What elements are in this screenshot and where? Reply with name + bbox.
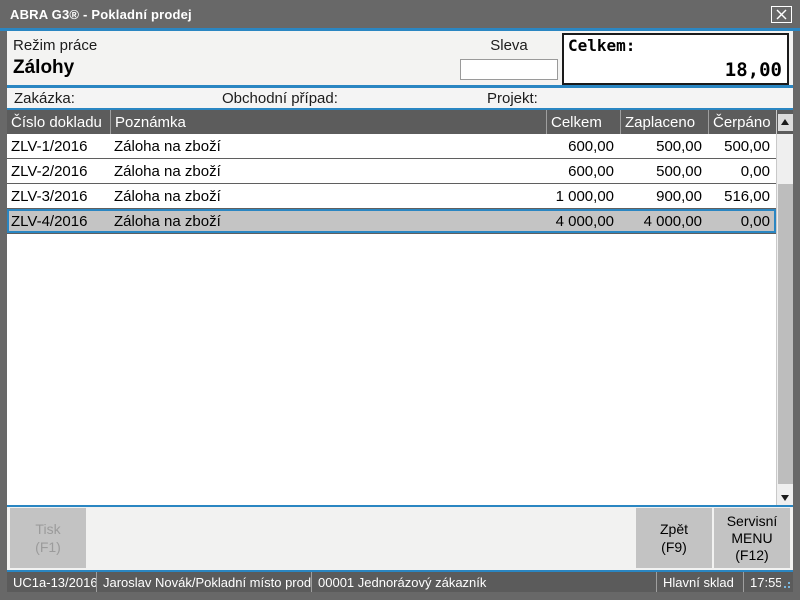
total-value: 18,00 (725, 59, 782, 81)
project-label: Projekt: (487, 90, 538, 107)
service-menu-button[interactable]: Servisní MENU (F12) (714, 508, 790, 568)
window-title: ABRA G3® - Pokladní prodej (10, 7, 771, 22)
scroll-down-icon (781, 495, 789, 501)
scrollbar-thumb[interactable] (778, 184, 793, 484)
column-header-total[interactable]: Celkem (546, 110, 620, 134)
deposits-table: Číslo dokladu Poznámka Celkem Zaplaceno … (7, 110, 793, 507)
cell-note: Záloha na zboží (110, 213, 546, 230)
app-window: ABRA G3® - Pokladní prodej Režim práce Z… (0, 0, 800, 600)
cell-note: Záloha na zboží (110, 188, 546, 205)
discount-group: Sleva (460, 37, 558, 80)
window-content: Režim práce Zálohy Sleva Celkem: 18,00 Z… (7, 31, 793, 592)
column-header-paid[interactable]: Zaplaceno (620, 110, 708, 134)
cell-total: 4 000,00 (546, 213, 620, 230)
cell-doc-number: ZLV-1/2016 (7, 138, 110, 155)
table-row[interactable]: ZLV-4/2016 Záloha na zboží 4 000,00 4 00… (7, 209, 776, 234)
vertical-scrollbar[interactable] (776, 110, 793, 505)
cell-total: 600,00 (546, 138, 620, 155)
work-mode-value: Zálohy (13, 57, 74, 79)
title-bar: ABRA G3® - Pokladní prodej (0, 0, 800, 28)
table-row[interactable]: ZLV-1/2016 Záloha na zboží 600,00 500,00… (7, 134, 776, 159)
status-customer: 00001 Jednorázový zákazník (312, 572, 652, 592)
function-button-bar: Tisk (F1) Zpět (F9) Servisní MENU (F12) (7, 507, 793, 572)
service-button-label2: MENU (731, 530, 772, 547)
discount-label: Sleva (460, 37, 558, 54)
close-icon (776, 9, 787, 20)
status-spacer (652, 572, 656, 592)
table-header: Číslo dokladu Poznámka Celkem Zaplaceno … (7, 110, 776, 134)
service-button-key: (F12) (735, 547, 768, 564)
column-header-doc-number[interactable]: Číslo dokladu (7, 110, 110, 134)
cell-paid: 500,00 (620, 163, 708, 180)
scroll-up-icon (781, 119, 789, 125)
status-time: 17:55 (744, 572, 781, 592)
cell-doc-number: ZLV-2/2016 (7, 163, 110, 180)
total-label: Celkem: (568, 36, 635, 55)
scrollbar-track[interactable] (777, 134, 793, 490)
mode-panel: Režim práce Zálohy Sleva Celkem: 18,00 (7, 31, 793, 88)
back-button[interactable]: Zpět (F9) (636, 508, 712, 568)
column-header-drawn[interactable]: Čerpáno (708, 110, 776, 134)
cell-paid: 4 000,00 (620, 213, 708, 230)
work-mode-label: Režim práce (13, 37, 97, 54)
table-main: Číslo dokladu Poznámka Celkem Zaplaceno … (7, 110, 776, 505)
cell-drawn: 0,00 (708, 213, 776, 230)
print-button[interactable]: Tisk (F1) (10, 508, 86, 568)
cell-drawn: 516,00 (708, 188, 776, 205)
status-operator: Jaroslav Novák/Pokladní místo prod. (97, 572, 312, 592)
print-button-label: Tisk (35, 520, 60, 538)
scrollbar-header-cap (777, 110, 793, 134)
table-row[interactable]: ZLV-2/2016 Záloha na zboží 600,00 500,00… (7, 159, 776, 184)
resize-grip-icon (788, 586, 790, 588)
cell-note: Záloha na zboží (110, 138, 546, 155)
cell-doc-number: ZLV-3/2016 (7, 188, 110, 205)
cell-doc-number: ZLV-4/2016 (7, 213, 110, 230)
status-bar: UC1a-13/2016 Jaroslav Novák/Pokladní mís… (7, 572, 793, 592)
table-row[interactable]: ZLV-3/2016 Záloha na zboží 1 000,00 900,… (7, 184, 776, 209)
scroll-up-button[interactable] (778, 114, 793, 131)
cell-total: 600,00 (546, 163, 620, 180)
status-warehouse: Hlavní sklad (656, 572, 744, 592)
status-document: UC1a-13/2016 (7, 572, 97, 592)
close-button[interactable] (771, 6, 792, 23)
cell-total: 1 000,00 (546, 188, 620, 205)
total-display: Celkem: 18,00 (562, 33, 789, 85)
cell-drawn: 0,00 (708, 163, 776, 180)
cell-note: Záloha na zboží (110, 163, 546, 180)
discount-input[interactable] (460, 59, 558, 80)
back-button-key: (F9) (661, 538, 687, 556)
cell-paid: 900,00 (620, 188, 708, 205)
order-label: Zakázka: (14, 90, 75, 107)
resize-grip[interactable] (781, 572, 793, 592)
back-button-label: Zpět (660, 520, 688, 538)
print-button-key: (F1) (35, 538, 61, 556)
service-button-label1: Servisní (727, 513, 778, 530)
business-case-label: Obchodní případ: (222, 90, 338, 107)
cell-drawn: 500,00 (708, 138, 776, 155)
table-body: ZLV-1/2016 Záloha na zboží 600,00 500,00… (7, 134, 776, 505)
context-row: Zakázka: Obchodní případ: Projekt: (7, 88, 793, 110)
scroll-down-button[interactable] (777, 490, 793, 505)
cell-paid: 500,00 (620, 138, 708, 155)
column-header-note[interactable]: Poznámka (110, 110, 546, 134)
